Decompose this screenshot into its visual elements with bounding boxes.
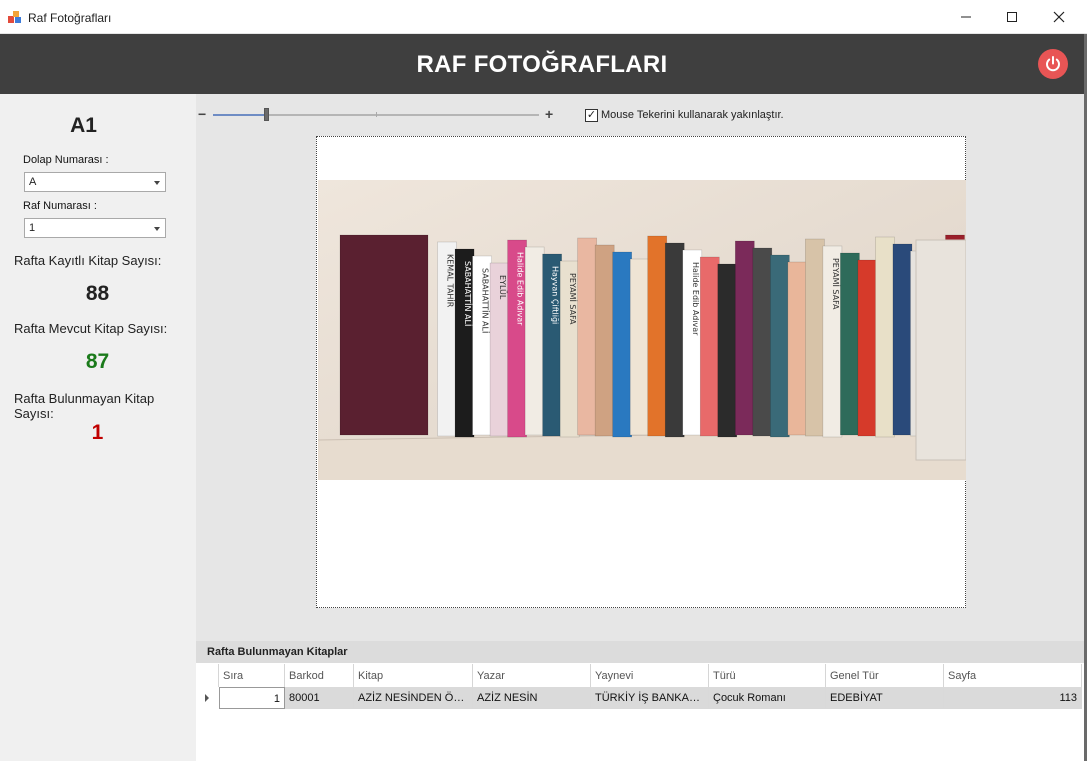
book-spine-title: Halide Edib Adıvar <box>516 252 525 326</box>
book-spine <box>805 238 825 437</box>
book-spine <box>339 234 429 436</box>
power-button[interactable] <box>1038 49 1068 79</box>
zoom-out-button[interactable]: − <box>198 106 206 122</box>
close-icon <box>1053 11 1065 23</box>
app-color-blocks-icon <box>8 11 21 23</box>
column-header-yayinevi[interactable]: Yaynevi <box>591 664 709 687</box>
page-header: RAF FOTOĞRAFLARI <box>0 34 1084 94</box>
maximize-icon <box>1007 12 1017 22</box>
missing-books-grid: Rafta Bulunmayan Kitaplar Sıra Barkod Ki… <box>196 641 1084 761</box>
cabinet-number-value: A <box>29 176 37 188</box>
zoom-slider-thumb[interactable] <box>263 108 269 121</box>
book-spine <box>787 261 808 436</box>
minimize-icon <box>961 16 971 18</box>
cell-turu[interactable]: Çocuk Romanı <box>709 687 826 709</box>
registered-count-label: Rafta Kayıtlı Kitap Sayısı: <box>14 253 162 268</box>
book-spine-title: KEMAL TAHİR <box>446 254 456 308</box>
book-spine-title: Hayvan Çiftliği <box>551 266 560 324</box>
column-header-barkod[interactable]: Barkod <box>285 664 354 687</box>
close-button[interactable] <box>1036 0 1082 34</box>
column-header-genel-tur[interactable]: Genel Tür <box>826 664 944 687</box>
cell-sayfa[interactable]: 113 <box>944 687 1082 709</box>
page-title: RAF FOTOĞRAFLARI <box>416 51 668 78</box>
zoom-in-button[interactable]: + <box>545 106 553 122</box>
window-title: Raf Fotoğrafları <box>28 11 112 25</box>
book-spine <box>524 246 545 436</box>
power-icon <box>1046 56 1060 72</box>
mouse-wheel-zoom-label: Mouse Tekerini kullanarak yakınlaştır. <box>601 109 784 121</box>
book-spine-title: Halide Edib Adıvar <box>691 262 700 336</box>
grid-caption: Rafta Bulunmayan Kitaplar <box>196 641 1084 663</box>
book-spine-title: PEYAMİ SAFA <box>831 258 841 310</box>
cabinet-number-label: Dolap Numarası : <box>23 154 109 166</box>
chevron-down-icon <box>154 181 160 185</box>
book-spine <box>875 236 895 438</box>
book-spine <box>577 237 597 436</box>
column-header-sayfa[interactable]: Sayfa <box>944 664 1082 687</box>
book-spine <box>752 247 773 437</box>
grid-header: Sıra Barkod Kitap Yazar Yaynevi Türü Gen… <box>196 664 1082 687</box>
row-selector[interactable] <box>196 687 219 709</box>
book-spine-title: SABAHATTİN ALİ <box>463 261 473 326</box>
window-titlebar: Raf Fotoğrafları <box>0 0 1087 34</box>
book-spine <box>629 258 650 436</box>
book-spine <box>647 235 668 437</box>
book-spine <box>770 254 790 438</box>
book-spine-title: SABAHATTİN ALİ <box>481 268 491 333</box>
shelf-info-panel: A1 Dolap Numarası : A Raf Numarası : 1 R… <box>0 94 195 761</box>
shelf-photo-frame[interactable]: KEMAL TAHİR SABAHATTİN ALİ SABAHATTİN ALİ E… <box>316 136 966 608</box>
cell-yayinevi[interactable]: TÜRKİY İŞ BANKASI ... <box>591 687 709 709</box>
cabinet-number-select[interactable]: A <box>24 172 166 192</box>
chevron-down-icon <box>154 227 160 231</box>
mouse-wheel-zoom-checkbox[interactable]: ✓ <box>585 109 598 122</box>
shelf-number-value: 1 <box>29 222 36 234</box>
book-spine <box>840 252 860 436</box>
cell-yazar[interactable]: AZİZ NESİN <box>473 687 591 709</box>
column-header-turu[interactable]: Türü <box>709 664 826 687</box>
book-spine-title: PEYAMİ SAFA <box>568 273 578 325</box>
present-count-value: 87 <box>85 350 110 373</box>
shelf-number-label: Raf Numarası : <box>23 200 97 212</box>
book-spine <box>857 259 878 437</box>
shelf-box <box>915 239 966 461</box>
column-header-kitap[interactable]: Kitap <box>354 664 473 687</box>
column-header-sira[interactable]: Sıra <box>219 664 285 687</box>
book-spine <box>734 240 755 436</box>
minimize-button[interactable] <box>943 0 989 34</box>
shelf-number-select[interactable]: 1 <box>24 218 166 238</box>
registered-count-value: 88 <box>85 282 110 305</box>
shelf-code: A1 <box>70 114 97 137</box>
zoom-slider-tick <box>376 112 377 117</box>
book-spine <box>664 242 685 438</box>
photo-viewer-area: − + ✓ Mouse Tekerini kullanarak yakınlaş… <box>196 94 1084 641</box>
grid-header-corner <box>196 664 219 687</box>
book-spine-title: EYLÜL <box>498 275 508 300</box>
maximize-button[interactable] <box>989 0 1035 34</box>
book-spine <box>612 251 633 438</box>
missing-count-value: 1 <box>91 421 104 444</box>
cell-genel-tur[interactable]: EDEBİYAT <box>826 687 944 709</box>
zoom-slider-fill <box>213 114 264 116</box>
cell-kitap[interactable]: AZİZ NESİNDEN ÖĞR... <box>354 687 473 709</box>
book-spine <box>699 256 720 437</box>
present-count-label: Rafta Mevcut Kitap Sayısı: <box>14 321 168 336</box>
book-spine <box>892 243 913 436</box>
column-header-yazar[interactable]: Yazar <box>473 664 591 687</box>
cell-barkod[interactable]: 80001 <box>285 687 354 709</box>
missing-count-label: Rafta Bulunmayan Kitap Sayısı: <box>14 391 155 421</box>
shelf-photo: KEMAL TAHİR SABAHATTİN ALİ SABAHATTİN ALİ E… <box>318 180 966 480</box>
book-spine <box>717 263 738 438</box>
table-row[interactable]: 1 80001 AZİZ NESİNDEN ÖĞR... AZİZ NESİN … <box>196 687 1082 709</box>
book-spine <box>594 244 615 437</box>
row-pointer-icon <box>205 694 209 702</box>
cell-sira[interactable]: 1 <box>219 687 285 709</box>
